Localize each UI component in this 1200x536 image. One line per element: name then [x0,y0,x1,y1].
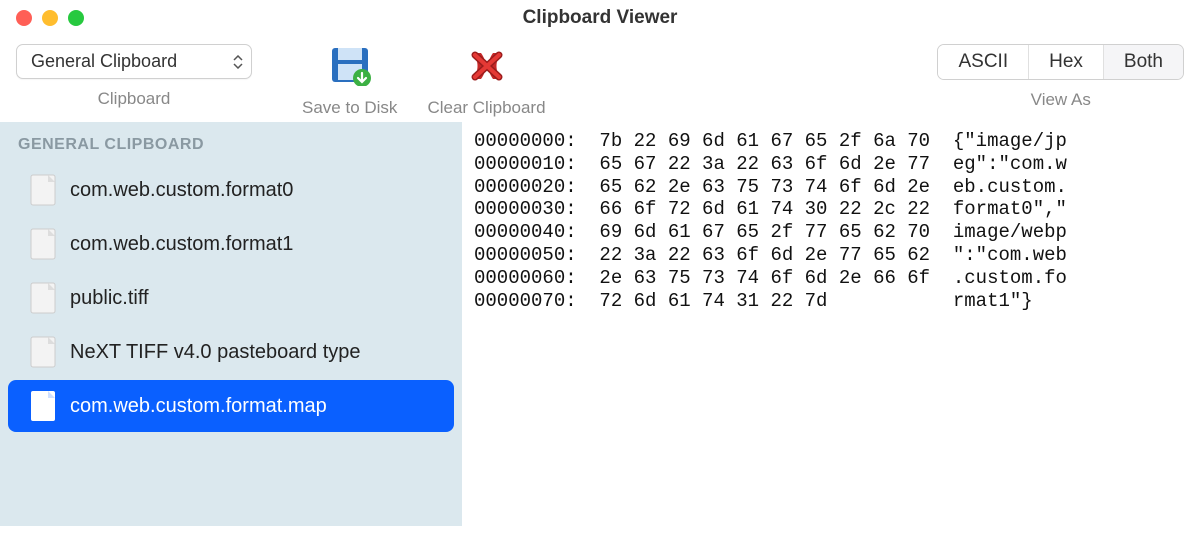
save-to-disk-button[interactable]: Save to Disk [302,44,397,118]
toolbar: General Clipboard Clipboard Save to Disk [0,36,1200,122]
sidebar-item-label: com.web.custom.format0 [70,179,293,202]
sidebar-item-label: com.web.custom.format.map [70,395,327,418]
clipboard-label: Clipboard [98,89,171,109]
updown-chevron-icon [233,55,243,69]
file-icon [30,390,56,422]
sidebar-item-label: public.tiff [70,287,149,310]
segment-ascii[interactable]: ASCII [938,45,1029,79]
sidebar-item-format0[interactable]: com.web.custom.format0 [8,164,454,216]
hex-dump-pane[interactable]: 00000000: 7b 22 69 6d 61 67 65 2f 6a 70 … [462,122,1200,526]
window-title: Clipboard Viewer [523,7,678,29]
sidebar-item-format1[interactable]: com.web.custom.format1 [8,218,454,270]
segment-hex[interactable]: Hex [1029,45,1104,79]
sidebar-item-label: com.web.custom.format1 [70,233,293,256]
clear-label: Clear Clipboard [427,98,545,118]
sidebar-item-public-tiff[interactable]: public.tiff [8,272,454,324]
sidebar-item-format-map[interactable]: com.web.custom.format.map [8,380,454,432]
close-window-button[interactable] [16,10,32,26]
file-icon [30,336,56,368]
clipboard-dropdown-group: General Clipboard Clipboard [16,44,252,109]
sidebar-item-next-tiff[interactable]: NeXT TIFF v4.0 pasteboard type [8,326,454,378]
minimize-window-button[interactable] [42,10,58,26]
format-sidebar: GENERAL CLIPBOARD com.web.custom.format0… [0,122,462,526]
file-icon [30,282,56,314]
floppy-save-icon [326,44,374,88]
sidebar-header: GENERAL CLIPBOARD [0,130,462,162]
view-as-group: ASCII Hex Both View As [937,44,1184,110]
segment-both[interactable]: Both [1104,45,1183,79]
clipboard-dropdown-value: General Clipboard [31,51,177,72]
clipboard-dropdown[interactable]: General Clipboard [16,44,252,79]
save-label: Save to Disk [302,98,397,118]
traffic-lights [16,10,84,26]
clear-clipboard-button[interactable]: Clear Clipboard [427,44,545,118]
file-icon [30,174,56,206]
fullscreen-window-button[interactable] [68,10,84,26]
titlebar: Clipboard Viewer [0,0,1200,36]
view-as-label: View As [1031,90,1091,110]
file-icon [30,228,56,260]
clear-x-icon [463,44,511,88]
content-area: GENERAL CLIPBOARD com.web.custom.format0… [0,122,1200,526]
view-as-segmented: ASCII Hex Both [937,44,1184,80]
sidebar-item-label: NeXT TIFF v4.0 pasteboard type [70,341,361,364]
